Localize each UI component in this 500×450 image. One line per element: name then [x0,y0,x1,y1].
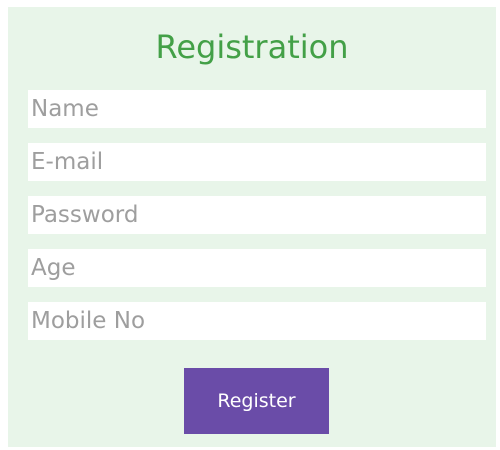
form-title: Registration [155,28,349,66]
register-button[interactable]: Register [184,368,329,434]
name-input[interactable] [28,90,486,128]
registration-form: Registration Register [8,7,496,447]
age-input[interactable] [28,249,486,287]
page: Registration Register [0,0,500,450]
email-input[interactable] [28,143,486,181]
mobile-number-input[interactable] [28,302,486,340]
password-input[interactable] [28,196,486,234]
